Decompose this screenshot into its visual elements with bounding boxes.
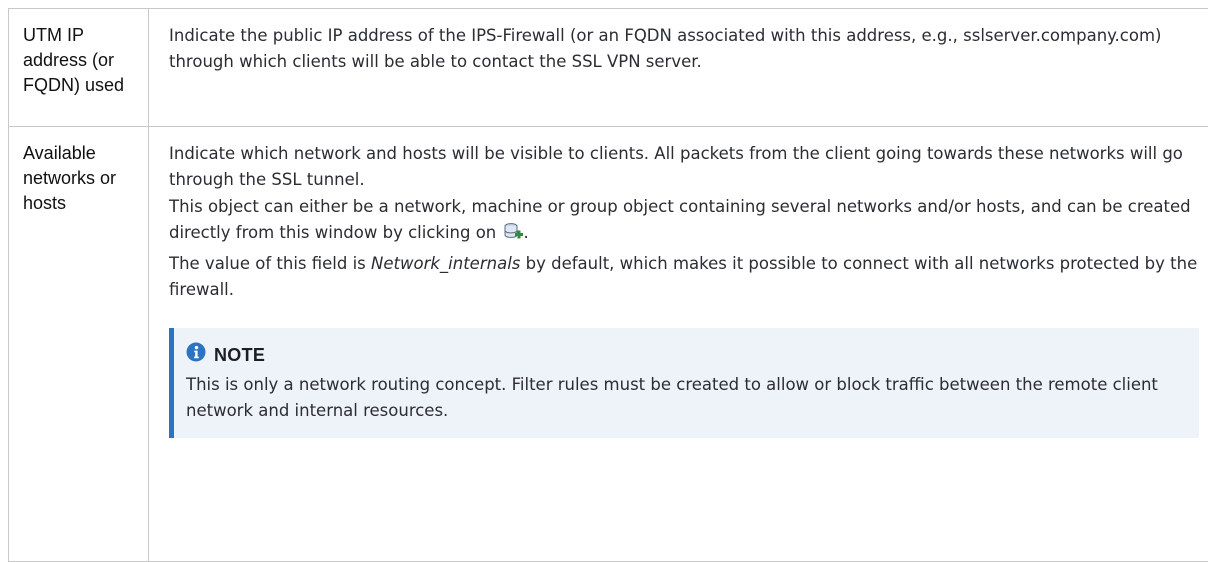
description-text: Indicate the public IP address of the IP… — [169, 23, 1199, 74]
description-paragraph-2: This object can either be a network, mac… — [169, 194, 1199, 249]
note-callout: NOTE This is only a network routing conc… — [169, 328, 1199, 438]
field-value-name: Network_internals — [371, 254, 520, 273]
description-paragraph-3: The value of this field is Network_inter… — [169, 251, 1199, 302]
term-label: UTM IP address (or FQDN) used — [23, 25, 124, 95]
database-add-icon[interactable] — [504, 222, 524, 250]
description-cell: Indicate which network and hosts will be… — [149, 127, 1208, 562]
paragraph-text: This object can either be a network, mac… — [169, 197, 1191, 242]
parameters-table: UTM IP address (or FQDN) used Indicate t… — [8, 8, 1208, 562]
note-title: NOTE — [214, 343, 265, 369]
table-row: Available networks or hosts Indicate whi… — [9, 127, 1208, 562]
note-header: NOTE — [186, 342, 1183, 370]
term-label: Available networks or hosts — [23, 143, 116, 213]
table-row: UTM IP address (or FQDN) used Indicate t… — [9, 9, 1208, 127]
paragraph-text: The value of this field is — [169, 254, 371, 273]
description-paragraph-1: Indicate which network and hosts will be… — [169, 141, 1199, 192]
description-cell: Indicate the public IP address of the IP… — [149, 9, 1208, 127]
paragraph-text: . — [524, 223, 529, 242]
term-cell: Available networks or hosts — [9, 127, 149, 562]
info-icon — [186, 342, 206, 370]
note-text: This is only a network routing concept. … — [186, 372, 1183, 424]
term-cell: UTM IP address (or FQDN) used — [9, 9, 149, 127]
